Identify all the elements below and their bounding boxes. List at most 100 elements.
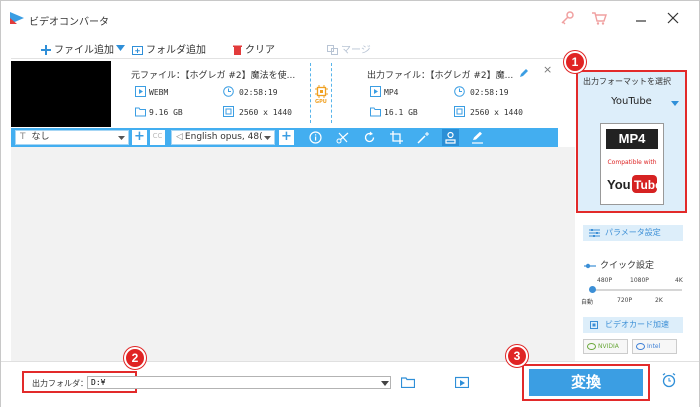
- subtitle-edit-icon[interactable]: [471, 131, 484, 144]
- info-icon[interactable]: [309, 131, 322, 144]
- parameter-settings-label: パラメータ設定: [605, 228, 661, 237]
- minimize-icon[interactable]: [633, 10, 649, 26]
- alarm-clock-icon[interactable]: [661, 372, 677, 388]
- edit-pencil-icon[interactable]: [519, 68, 529, 78]
- resolution-icon: [454, 106, 465, 117]
- folder-size-icon: [135, 107, 146, 117]
- video-card-acceleration-button[interactable]: ビデオカード加速: [583, 317, 683, 333]
- cc-button[interactable]: CC: [150, 130, 165, 145]
- bottom-bar: 出力フォルダ： 変換: [1, 361, 699, 407]
- watermark-button[interactable]: [442, 129, 459, 146]
- rotate-icon[interactable]: [363, 131, 376, 144]
- file-row[interactable]: 元ファイル：【ホグレガ #2】魔法を使... WEBM 02:58:19 9.1…: [11, 61, 558, 127]
- audio-track-select[interactable]: ◁ English opus, 48(: [171, 130, 275, 145]
- key-icon[interactable]: [559, 11, 575, 25]
- chevron-down-icon[interactable]: [381, 381, 389, 386]
- edit-toolbar: T なし + CC ◁ English opus, 48( +: [11, 128, 558, 147]
- cart-icon[interactable]: [591, 11, 607, 25]
- clear-button[interactable]: クリア: [233, 41, 275, 56]
- merge-button[interactable]: マージ: [327, 41, 371, 56]
- add-subtitle-button[interactable]: +: [132, 130, 147, 145]
- open-output-folder-icon[interactable]: [455, 376, 469, 388]
- folder-size-icon: [370, 107, 381, 117]
- quality-label-480p: 480P: [597, 277, 613, 284]
- browse-folder-icon[interactable]: [401, 377, 415, 388]
- chevron-down-icon: [118, 136, 125, 140]
- step-marker-1: 1: [564, 51, 586, 73]
- close-window-icon[interactable]: [665, 10, 681, 26]
- gpu-label: GPU: [315, 99, 327, 105]
- svg-text:You: You: [607, 177, 631, 192]
- convert-button[interactable]: 変換: [529, 369, 643, 396]
- source-duration: 02:58:19: [239, 88, 278, 97]
- quality-slider[interactable]: [590, 289, 682, 291]
- output-folder-input[interactable]: [87, 376, 391, 389]
- gpu-indicator: GPU: [310, 63, 332, 123]
- merge-icon: [327, 45, 338, 55]
- clock-icon: [454, 86, 465, 97]
- parameter-settings-button[interactable]: パラメータ設定: [583, 225, 683, 241]
- intel-ring-icon: [636, 343, 645, 350]
- trash-icon: [233, 45, 242, 55]
- output-format-selector[interactable]: 出力フォーマットを選択 YouTube MP4 Compatible with …: [576, 70, 687, 213]
- quality-label-4k: 4K: [675, 277, 683, 284]
- quality-label-2k: 2K: [655, 297, 663, 304]
- video-card-acceleration-label: ビデオカード加速: [605, 320, 669, 329]
- chip-icon: [590, 321, 598, 329]
- quick-settings-icon: [584, 263, 596, 268]
- app-window: ビデオコンバータ ファイル追加 フォルダ追加 クリア マージ 元ファイル：【ホグ…: [0, 0, 700, 407]
- intel-badge[interactable]: Intel: [632, 339, 677, 354]
- convert-highlight: 変換: [522, 364, 650, 401]
- output-size: 16.1 GB: [384, 108, 418, 117]
- add-file-button[interactable]: ファイル追加: [41, 41, 114, 56]
- plus-icon: [41, 45, 51, 55]
- quick-settings-label: クイック設定: [584, 258, 654, 271]
- resolution-icon: [223, 106, 234, 117]
- svg-text:Tube: Tube: [634, 178, 658, 192]
- crop-icon[interactable]: [390, 131, 403, 144]
- chevron-down-icon: [264, 136, 271, 140]
- gpu-chip-icon: [315, 85, 328, 98]
- step-marker-2: 2: [124, 347, 146, 369]
- source-size: 9.16 GB: [149, 108, 183, 117]
- intel-label: Intel: [647, 343, 661, 350]
- quality-label-720p: 720P: [617, 297, 633, 304]
- quality-label-1080p: 1080P: [630, 277, 649, 284]
- format-card-head: MP4: [606, 129, 658, 149]
- chevron-down-icon[interactable]: [671, 101, 679, 106]
- add-file-dropdown-icon[interactable]: [116, 45, 125, 51]
- watermark-icon: [445, 131, 456, 144]
- source-resolution: 2560 x 1440: [239, 108, 292, 117]
- clear-label: クリア: [245, 45, 275, 56]
- output-format: MP4: [384, 88, 399, 97]
- output-resolution: 2560 x 1440: [470, 108, 523, 117]
- video-thumbnail[interactable]: [11, 61, 111, 127]
- sliders-icon: [589, 229, 600, 237]
- selected-format-name[interactable]: YouTube: [578, 96, 685, 107]
- quality-slider-knob[interactable]: [589, 286, 596, 293]
- quick-settings-text: クイック設定: [600, 261, 655, 271]
- source-file-label: 元ファイル：【ホグレガ #2】魔法を使...: [131, 71, 296, 81]
- effects-wand-icon[interactable]: [417, 131, 430, 144]
- add-audio-button[interactable]: +: [279, 130, 294, 145]
- add-folder-label: フォルダ追加: [146, 45, 206, 56]
- main-toolbar: ファイル追加 フォルダ追加 クリア マージ: [11, 37, 575, 59]
- video-file-icon: [135, 86, 146, 97]
- audio-track-value: English opus, 48(: [184, 132, 263, 142]
- cut-icon[interactable]: [336, 131, 349, 144]
- format-card-compat: Compatible with: [607, 159, 657, 166]
- source-format: WEBM: [149, 88, 169, 97]
- file-list-area[interactable]: [11, 147, 575, 361]
- app-logo-icon: [10, 12, 24, 24]
- format-card[interactable]: MP4 Compatible with You Tube: [600, 123, 664, 205]
- remove-file-button[interactable]: ×: [543, 63, 552, 76]
- add-folder-button[interactable]: フォルダ追加: [132, 41, 206, 56]
- subtitle-select[interactable]: T なし: [15, 130, 129, 145]
- merge-label: マージ: [341, 45, 371, 56]
- step-marker-3: 3: [506, 345, 528, 367]
- nvidia-badge[interactable]: NVIDIA: [583, 339, 628, 354]
- add-file-label: ファイル追加: [54, 45, 114, 56]
- folder-add-icon: [132, 46, 143, 55]
- output-folder-label: 出力フォルダ：: [32, 379, 88, 388]
- subtitle-value: なし: [31, 132, 50, 142]
